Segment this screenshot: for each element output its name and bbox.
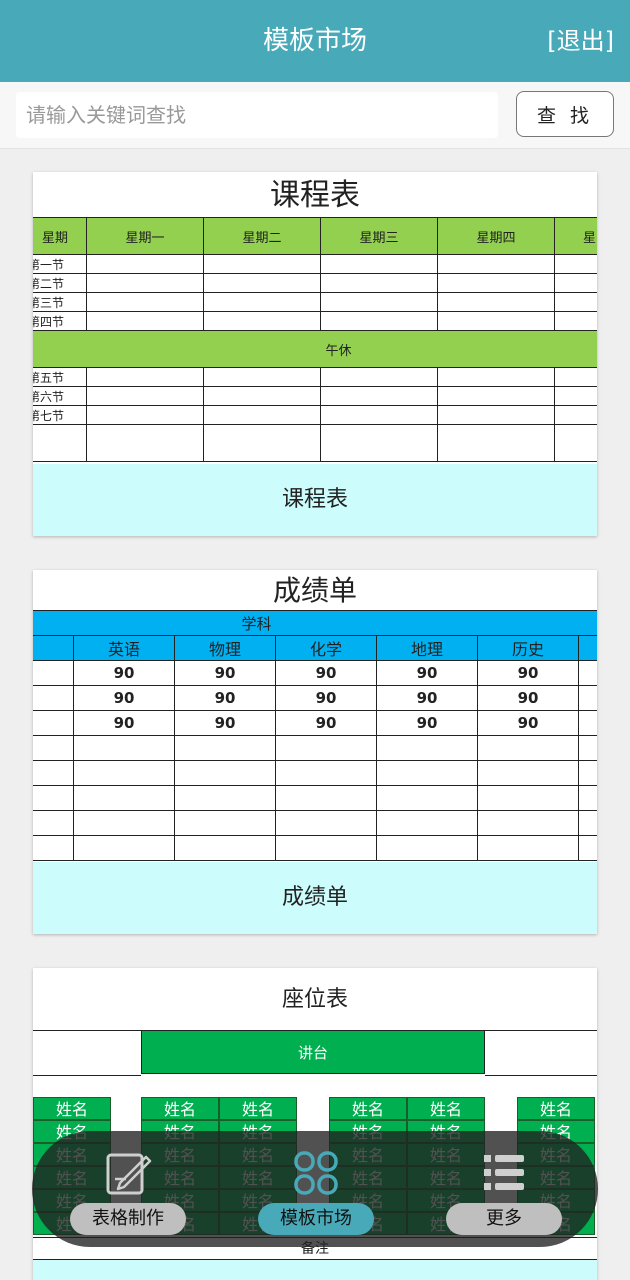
nav-label: 表格制作 [70,1203,186,1235]
grade-cell: 90 [577,710,597,736]
bottom-nav: 表格制作 模板市场 更多 [32,1131,598,1247]
subject-header: 生 [577,635,597,661]
period-label: 第四节 [33,311,87,331]
grades-table: 学科 英语 物理 化学 地理 历史 生 90 90 90 90 90 90 [33,610,597,861]
lunch-row: 午休 [33,330,597,368]
nav-label: 更多 [446,1203,562,1235]
seat-cell: 姓名 [329,1097,407,1120]
search-bar: 查 找 [0,82,630,149]
period-label: 第七节 [33,405,87,425]
grade-cell: 90 [477,660,579,686]
seat-cell: 姓名 [219,1097,297,1120]
template-caption [33,1260,597,1280]
nav-item-more[interactable]: 更多 [446,1131,562,1247]
grade-cell: 90 [174,685,276,711]
template-card-schedule[interactable]: 课程表 星期 星期一 星期二 星期三 星期四 星 第一节 第二节 第三节 第四节… [33,172,597,536]
podium-side [33,1030,141,1076]
grade-cell: 90 [174,660,276,686]
table-header-cell: 星期三 [320,217,438,255]
grade-cell: 90 [577,660,597,686]
podium-side [485,1030,597,1076]
template-caption: 成绩单 [33,862,597,934]
nav-item-template-market[interactable]: 模板市场 [258,1131,374,1247]
edit-form-icon [106,1153,152,1195]
table-header-cell: 星 [554,217,597,255]
search-button[interactable]: 查 找 [516,91,614,137]
subject-header: 地理 [376,635,478,661]
podium-label: 讲台 [141,1030,485,1074]
table-header-cell: 星期一 [86,217,204,255]
template-preview: 成绩单 学科 英语 物理 化学 地理 历史 生 90 90 [33,570,597,862]
table-header-cell: 星期四 [437,217,555,255]
grade-cell: 90 [73,660,175,686]
seat-cell: 姓名 [517,1097,595,1120]
subject-header: 英语 [73,635,175,661]
grade-cell: 90 [477,685,579,711]
page-title: 模板市场 [262,26,367,56]
grade-cell: 90 [174,710,276,736]
list-more-icon [484,1155,524,1190]
subject-header: 化学 [275,635,377,661]
seat-cell: 姓名 [407,1097,485,1120]
seat-cell: 姓名 [141,1097,219,1120]
period-label: 第二节 [33,273,87,293]
preview-title: 课程表 [270,178,360,213]
template-grid-icon [294,1151,338,1195]
period-label: 第五节 [33,367,87,387]
period-label: 第六节 [33,386,87,406]
subject-header: 历史 [477,635,579,661]
grade-cell: 90 [376,710,478,736]
table-header-cell: 星期 [33,217,87,255]
subject-group-header: 学科 [33,610,597,636]
subject-header: 物理 [174,635,276,661]
template-caption: 课程表 [33,464,597,536]
schedule-table: 星期 星期一 星期二 星期三 星期四 星 第一节 第二节 第三节 第四节 午休 … [33,217,597,462]
grade-cell: 90 [376,660,478,686]
grade-cell: 90 [275,685,377,711]
preview-title: 成绩单 [272,574,357,607]
preview-title: 座位表 [281,987,348,1012]
template-preview: 课程表 星期 星期一 星期二 星期三 星期四 星 第一节 第二节 第三节 第四节… [33,172,597,464]
table-header-cell: 星期二 [203,217,321,255]
grade-cell: 90 [477,710,579,736]
search-input[interactable] [16,92,498,138]
grade-cell: 90 [73,710,175,736]
nav-label: 模板市场 [258,1203,374,1235]
app-header: 模板市场 [退出] [0,0,630,82]
seat-cell: 姓名 [33,1097,111,1120]
grade-cell: 90 [577,685,597,711]
nav-item-table-maker[interactable]: 表格制作 [70,1131,222,1247]
period-label: 第三节 [33,292,87,312]
grade-cell: 90 [376,685,478,711]
period-label: 第一节 [33,254,87,274]
template-card-grades[interactable]: 成绩单 学科 英语 物理 化学 地理 历史 生 90 90 [33,570,597,934]
grade-cell: 90 [73,685,175,711]
grade-cell: 90 [275,660,377,686]
grade-cell: 90 [275,710,377,736]
logout-button[interactable]: [退出] [547,0,614,82]
